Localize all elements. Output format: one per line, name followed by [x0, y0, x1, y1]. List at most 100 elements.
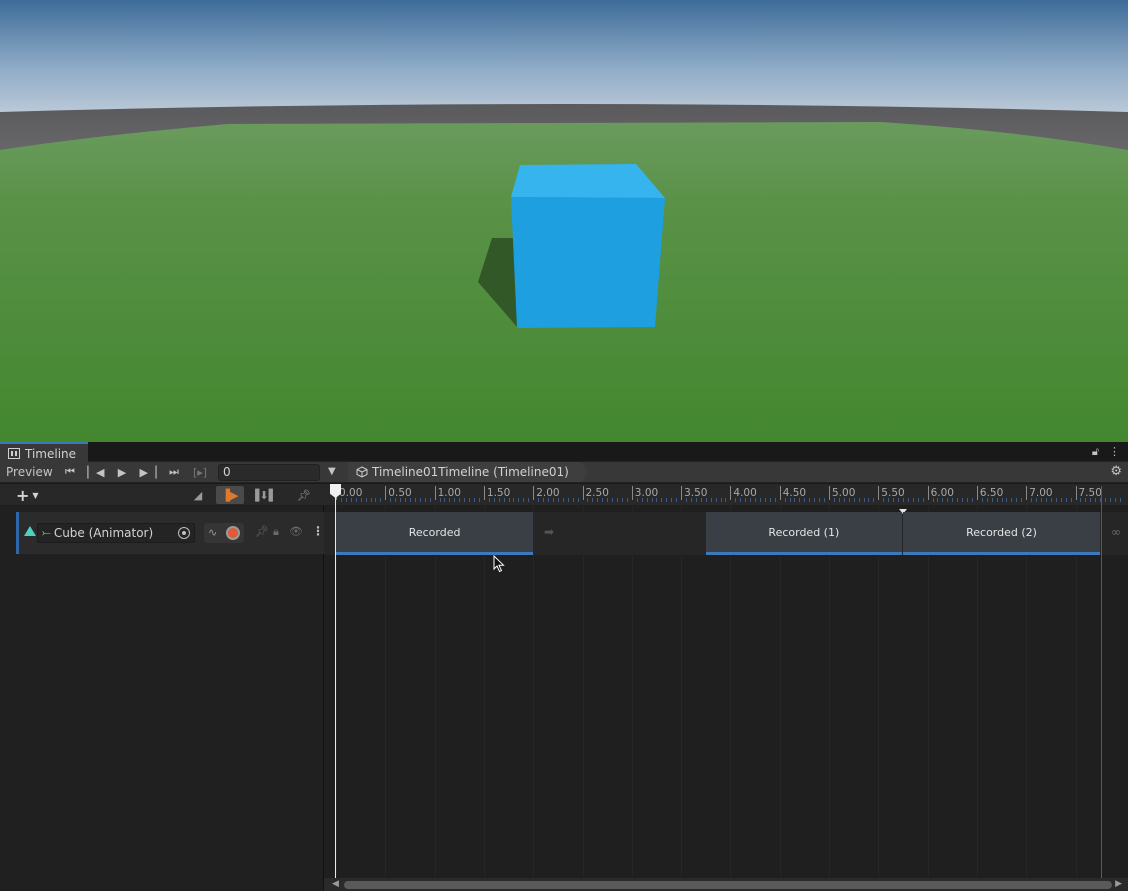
play-icon[interactable]: ▶ [110, 464, 134, 480]
mix-mode-icon[interactable]: ◢ [184, 486, 212, 504]
ruler-minor-tick [498, 498, 500, 502]
ruler-minor-tick [528, 498, 530, 502]
ruler-minor-tick [883, 498, 885, 502]
gear-icon[interactable]: ⚙ [1110, 464, 1122, 479]
ruler-minor-tick [646, 498, 648, 502]
ruler-tick [779, 486, 781, 500]
ruler-minor-tick [419, 498, 421, 502]
next-frame-icon[interactable]: ▶▕ [136, 464, 160, 480]
scrollbar-thumb[interactable] [344, 881, 1112, 889]
ruler-minor-tick [947, 498, 949, 502]
grid-line [976, 506, 978, 878]
ruler-minor-tick [710, 498, 712, 502]
ruler-tick [1026, 486, 1028, 500]
scroll-left-icon[interactable]: ◀ [332, 879, 339, 889]
ruler-minor-tick [819, 498, 821, 502]
cube-object[interactable] [511, 164, 665, 328]
ruler-minor-tick [942, 498, 944, 502]
arrow-right-icon: ➡ [544, 525, 555, 539]
timeline-window: Timeline 🔓︎ ⋮ Preview ⏮ ▏◀ ▶ ▶▕ ⏭ [▸] 0 … [0, 442, 1128, 891]
ruler-minor-tick [557, 498, 559, 502]
scroll-right-icon[interactable]: ▶ [1115, 879, 1122, 889]
grid-line [582, 506, 584, 878]
ruler-minor-tick [794, 498, 796, 502]
ruler-minor-tick [345, 498, 347, 502]
chevron-down-icon[interactable]: ▼ [328, 466, 336, 477]
ruler-minor-tick [661, 498, 663, 502]
ruler-minor-tick [656, 498, 658, 502]
header-scroll-spacer [0, 878, 324, 891]
ruler-minor-tick [745, 498, 747, 502]
playhead-line [335, 486, 336, 878]
skip-to-start-icon[interactable]: ⏮ [58, 464, 82, 480]
ruler-minor-tick [676, 498, 678, 502]
ruler-minor-tick [1119, 498, 1121, 502]
animation-clip[interactable]: Recorded (1) [705, 512, 902, 555]
ruler-minor-tick [962, 498, 964, 502]
ruler-minor-tick [902, 498, 904, 502]
ruler-minor-tick [375, 498, 377, 502]
grid-line [483, 506, 485, 878]
horizontal-scrollbar[interactable]: ◀ ▶ [324, 878, 1128, 891]
ruler-minor-tick [952, 498, 954, 502]
record-button[interactable] [226, 526, 240, 540]
ruler-minor-tick [700, 498, 702, 502]
ruler-minor-tick [636, 498, 638, 502]
ruler-minor-tick [1011, 498, 1013, 502]
ruler-minor-tick [750, 498, 752, 502]
breadcrumb-label: Timeline01Timeline (Timeline01) [372, 465, 569, 479]
ruler-minor-tick [705, 498, 707, 502]
ruler-minor-tick [444, 498, 446, 502]
ruler-minor-tick [350, 498, 352, 502]
breadcrumb[interactable]: Timeline01Timeline (Timeline01) [348, 462, 588, 482]
ruler-minor-tick [365, 498, 367, 502]
more-options-icon[interactable]: ⋮ [1109, 445, 1120, 459]
lock-track-icon[interactable]: 📌︎ [255, 525, 269, 538]
ruler-minor-tick [686, 498, 688, 502]
tab-timeline[interactable]: Timeline [0, 442, 88, 463]
ruler-minor-tick [804, 498, 806, 502]
animation-clip[interactable]: Recorded (2) [902, 512, 1101, 555]
curves-icon[interactable]: ∿ [208, 526, 217, 539]
ruler-minor-tick [400, 498, 402, 502]
time-ruler[interactable]: 0.00 0.50 1.00 1.50 2.00 2.50 3.00 3.50 4.00 4.50… [324, 484, 1128, 506]
add-track-button[interactable]: + ▼ [16, 486, 50, 505]
animation-track-icon [24, 526, 36, 536]
ruler-minor-tick [390, 498, 392, 502]
animation-clip[interactable]: Recorded [336, 512, 534, 555]
grid-line [730, 506, 732, 878]
padlock-icon[interactable]: 🔒︎ [273, 525, 279, 539]
ripple-mode-icon[interactable]: ▐▶ [216, 486, 244, 504]
clips-area[interactable]: ➡ ∞ Recorded Recorded (1) Recorded (2) [324, 506, 1128, 878]
ruler-minor-tick [764, 498, 766, 502]
curves-record-group: ∿ [204, 523, 244, 543]
skip-to-end-icon[interactable]: ⏭ [162, 464, 186, 480]
ruler-minor-tick [1110, 498, 1111, 502]
pin-icon[interactable]: 📌︎ [290, 486, 318, 504]
lock-icon[interactable]: 🔓︎ [1092, 445, 1099, 459]
track-binding-field[interactable]: ⤚ Cube (Animator) [37, 523, 195, 543]
ruler-tick [434, 486, 436, 500]
track-header-cube-animator[interactable]: ⤚ Cube (Animator) ∿ 📌︎ 🔒︎ 👁︎ ⋮ [16, 512, 324, 554]
track-toolbar: + ▼ ◢ ▐▶ ▐⬇▌ 📌︎ [0, 484, 324, 506]
grid-line [927, 506, 929, 878]
ruler-minor-tick [587, 498, 589, 502]
previous-frame-icon[interactable]: ▏◀ [84, 464, 108, 480]
ruler-minor-tick [414, 498, 416, 502]
ruler-minor-tick [838, 498, 840, 502]
frame-field[interactable]: 0 [218, 464, 320, 481]
ruler-minor-tick [469, 498, 471, 502]
object-picker-icon[interactable] [178, 527, 190, 539]
ruler-minor-tick [1021, 498, 1023, 502]
play-range-icon[interactable]: [▸] [188, 464, 212, 480]
ruler-minor-tick [1080, 498, 1082, 502]
ruler-minor-tick [720, 498, 722, 502]
eye-icon[interactable]: 👁︎ [289, 525, 303, 538]
ruler-minor-tick [695, 498, 697, 502]
ruler-minor-tick [715, 498, 717, 502]
preview-button[interactable]: Preview [0, 462, 57, 482]
track-menu-icon[interactable]: ⋮ [312, 524, 324, 538]
ruler-minor-tick [907, 498, 909, 502]
replace-mode-icon[interactable]: ▐⬇▌ [250, 486, 278, 504]
ruler-minor-tick [1114, 498, 1116, 502]
